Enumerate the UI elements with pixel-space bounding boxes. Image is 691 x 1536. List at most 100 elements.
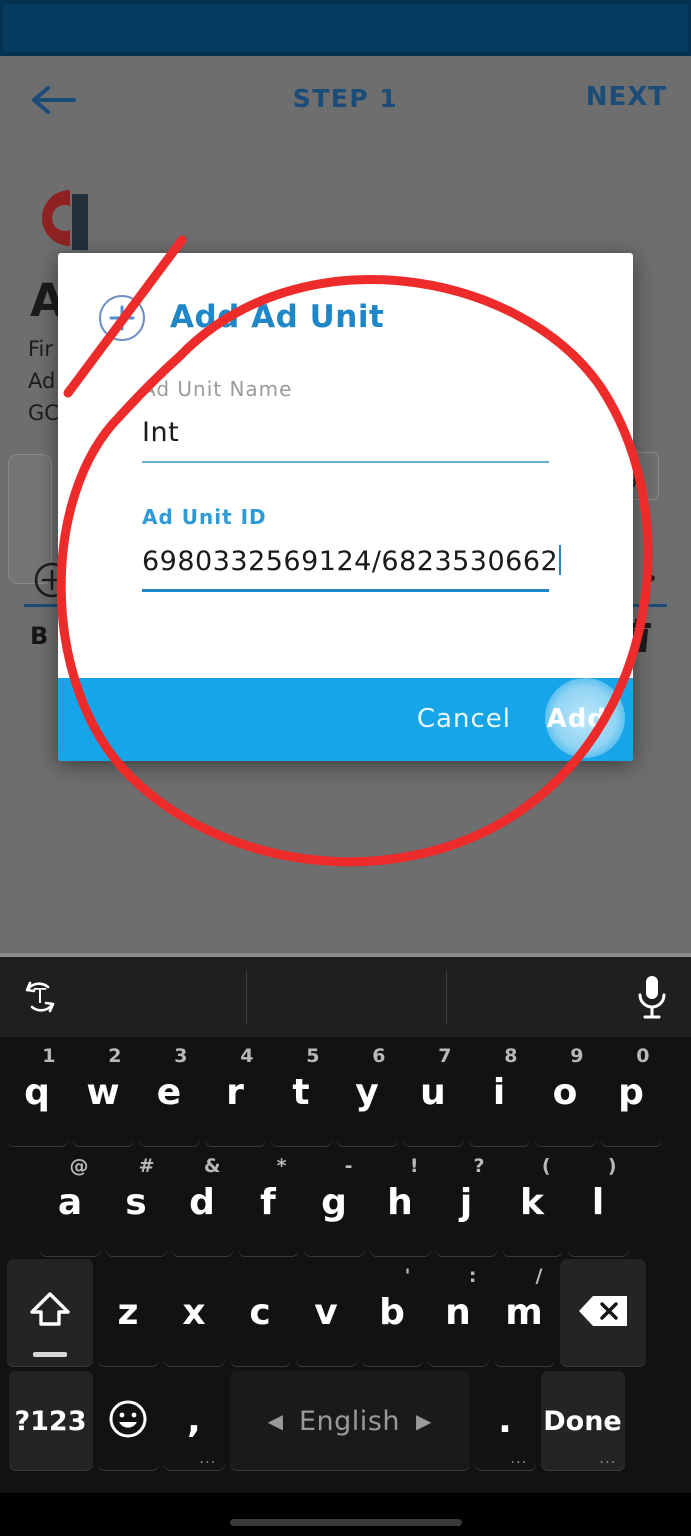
shift-key[interactable] [6, 1259, 93, 1367]
key-f-sup: * [276, 1155, 287, 1177]
key-h-sup: ! [409, 1155, 419, 1177]
period-key[interactable]: .... [474, 1371, 536, 1471]
key-m-sup: / [535, 1265, 543, 1287]
key-f[interactable]: * f [237, 1149, 299, 1257]
key-q[interactable]: 1q [6, 1039, 68, 1147]
microphone-icon[interactable] [633, 973, 671, 1021]
key-d-sup: & [203, 1155, 221, 1177]
key-r[interactable]: 4r [204, 1039, 266, 1147]
key-h-label: h [387, 1182, 413, 1223]
backspace-key[interactable] [559, 1259, 646, 1367]
done-key[interactable]: Done... [540, 1371, 625, 1471]
key-c[interactable]: c [229, 1259, 291, 1367]
on-screen-keyboard: T 1q 2w 3e 4 r 5 t 6 y 7 u 8 i 9 o 0 p @… [0, 953, 691, 1493]
key-d[interactable]: & d [171, 1149, 233, 1257]
keyboard-rows: 1q 2w 3e 4r 5t 6y 7u 8i 9o 0p @ a # s & d *… [0, 1039, 691, 1471]
key-e-sup: 3 [174, 1045, 188, 1067]
done-key-label: Done [543, 1405, 622, 1437]
key-i-label: i [492, 1072, 506, 1113]
comma-key[interactable]: ,... [163, 1371, 225, 1471]
background-banner-label: B [30, 622, 49, 650]
key-u-label: u [420, 1072, 446, 1113]
ad-unit-id-field[interactable]: Ad Unit ID 6980332569124/6823530662 [142, 505, 562, 592]
next-language-arrow-icon[interactable]: ▶ [416, 1409, 431, 1433]
keyboard-row-1: 1q 2w 3e 4r 5t 6y 7u 8i 9o 0p [0, 1039, 691, 1147]
key-x-label: x [182, 1292, 206, 1333]
key-z-label: z [117, 1292, 139, 1333]
key-m-label: m [505, 1292, 543, 1333]
key-k-sup: ( [541, 1155, 551, 1177]
key-s[interactable]: # s [105, 1149, 167, 1257]
svg-text:T: T [33, 984, 47, 1008]
phone-screen: STEP 1 NEXT A Fir e.Ad [0, 0, 691, 1536]
key-o[interactable]: 9o [534, 1039, 596, 1147]
key-o-label: o [552, 1072, 578, 1113]
key-j[interactable]: ? j [435, 1149, 497, 1257]
key-a[interactable]: @ a [39, 1149, 101, 1257]
key-g[interactable]: -g [303, 1149, 365, 1257]
comma-key-label: , [187, 1400, 201, 1441]
chevron-right-icon[interactable]: › [645, 560, 657, 595]
prev-language-arrow-icon[interactable]: ◀ [268, 1409, 283, 1433]
ad-unit-name-field[interactable]: Ad Unit Name Int [142, 377, 549, 463]
key-y-sup: 6 [372, 1045, 386, 1067]
key-v-label: v [314, 1292, 338, 1333]
symbols-key[interactable]: ?123 [8, 1371, 93, 1471]
key-e[interactable]: 3e [138, 1039, 200, 1147]
translate-icon[interactable]: T [18, 975, 62, 1019]
key-u[interactable]: 7u [402, 1039, 464, 1147]
key-y[interactable]: 6y [336, 1039, 398, 1147]
key-p[interactable]: 0p [600, 1039, 662, 1147]
comma-key-dots: ... [199, 1449, 217, 1467]
key-b-label: b [379, 1292, 405, 1333]
next-button[interactable]: NEXT [586, 82, 667, 112]
keyboard-row-4: ?123 ,... ◀ English ▶ . ... Done ... [0, 1371, 691, 1471]
key-k[interactable]: (k [501, 1149, 563, 1257]
suggestion-divider-1 [246, 971, 247, 1025]
key-g-label: g [321, 1182, 347, 1223]
add-ad-unit-dialog: Add Ad Unit Ad Unit Name Int Ad Unit ID … [58, 253, 633, 761]
key-z[interactable]: z [97, 1259, 159, 1367]
key-i-sup: 8 [504, 1045, 518, 1067]
add-button[interactable]: Add [547, 704, 607, 734]
done-key-dots: ... [599, 1449, 617, 1467]
key-s-sup: # [138, 1155, 155, 1177]
key-d-label: d [189, 1182, 215, 1223]
emoji-key[interactable] [97, 1371, 159, 1471]
app-logo-icon [32, 184, 104, 258]
key-n[interactable]: :n [427, 1259, 489, 1367]
emoji-icon [107, 1398, 149, 1444]
keyboard-row-3: z x c v ' b :n / m [0, 1259, 691, 1367]
key-p-sup: 0 [636, 1045, 650, 1067]
ad-unit-id-input[interactable]: 6980332569124/6823530662 [142, 545, 562, 581]
key-t[interactable]: 5t [270, 1039, 332, 1147]
key-n-label: n [445, 1292, 471, 1333]
key-b[interactable]: ' b [361, 1259, 423, 1367]
key-l[interactable]: ) l [567, 1149, 629, 1257]
key-i[interactable]: 8i [468, 1039, 530, 1147]
key-x[interactable]: x [163, 1259, 225, 1367]
key-g-sup: - [344, 1155, 353, 1177]
key-m[interactable]: / m [493, 1259, 555, 1367]
key-a-label: a [57, 1182, 83, 1223]
cancel-button[interactable]: Cancel [417, 704, 511, 734]
navigation-bar [0, 1493, 691, 1536]
key-o-sup: 9 [570, 1045, 584, 1067]
key-t-sup: 5 [306, 1045, 320, 1067]
ad-unit-name-input[interactable]: Int [142, 417, 549, 453]
period-key-dots: ... [510, 1449, 528, 1467]
key-v[interactable]: v [295, 1259, 357, 1367]
ad-unit-id-text: 6980332569124/6823530662 [142, 546, 559, 577]
key-w-label: w [86, 1072, 120, 1113]
space-key[interactable]: ◀ English ▶ [229, 1371, 470, 1471]
backspace-icon [576, 1293, 630, 1333]
suggestion-divider-2 [446, 971, 447, 1025]
key-a-sup: @ [69, 1155, 89, 1177]
key-w[interactable]: 2w [72, 1039, 134, 1147]
key-j-label: j [459, 1182, 473, 1223]
text-caret [559, 545, 562, 575]
key-h[interactable]: ! h [369, 1149, 431, 1257]
key-l-sup: ) [607, 1155, 617, 1177]
period-key-label: . [498, 1400, 512, 1441]
gesture-home-bar[interactable] [229, 1519, 462, 1526]
